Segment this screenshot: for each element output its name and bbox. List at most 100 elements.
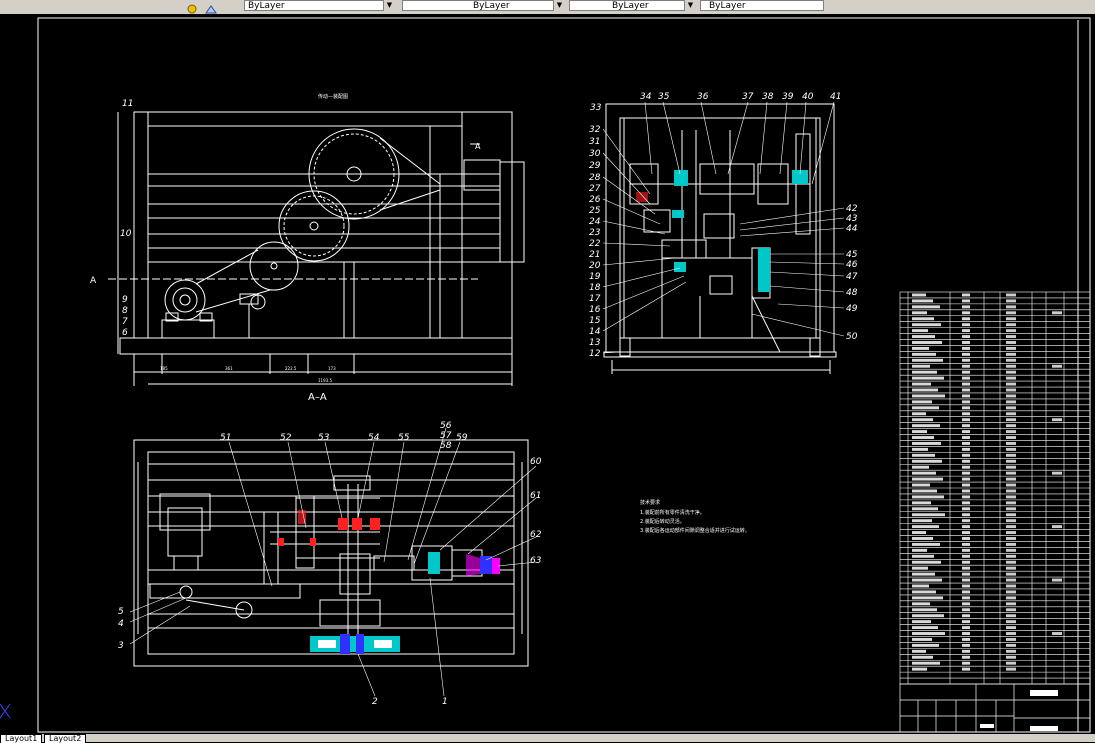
- svg-text:15: 15: [589, 316, 601, 326]
- dim-overall: 1193.5: [318, 378, 332, 383]
- svg-text:24: 24: [589, 217, 601, 227]
- side-view-right-callouts: 42 43 44 45 46 47 48 49 50: [846, 204, 858, 342]
- svg-text:12: 12: [589, 349, 601, 359]
- svg-text:37: 37: [742, 92, 754, 102]
- dim-185: 185: [160, 366, 168, 371]
- svg-text:62: 62: [530, 530, 542, 540]
- svg-text:10: 10: [120, 229, 132, 239]
- svg-text:54: 54: [368, 433, 380, 443]
- svg-text:27: 27: [589, 184, 601, 194]
- parts-list-table: [899, 291, 1091, 685]
- linetype-combo-value: ByLayer: [473, 1, 510, 11]
- svg-text:59: 59: [456, 433, 468, 443]
- title-block: [899, 683, 1091, 733]
- svg-text:56: 56: [440, 421, 452, 431]
- svg-text:47: 47: [846, 272, 858, 282]
- svg-text:30: 30: [589, 149, 601, 159]
- svg-text:57: 57: [440, 431, 452, 441]
- plotstyle-combo[interactable]: ByLayer: [700, 0, 824, 11]
- svg-text:21: 21: [589, 250, 600, 260]
- svg-text:50: 50: [846, 332, 858, 342]
- svg-text:23: 23: [589, 228, 601, 238]
- tech-req-title: 技术要求: [640, 499, 660, 506]
- svg-text:29: 29: [589, 161, 601, 171]
- svg-text:38: 38: [762, 92, 774, 102]
- svg-text:36: 36: [697, 92, 709, 102]
- svg-text:18: 18: [589, 283, 601, 293]
- svg-text:40: 40: [802, 92, 814, 102]
- svg-text:43: 43: [846, 214, 858, 224]
- color-combo-dropdown-icon[interactable]: ▼: [383, 0, 395, 11]
- tech-req-line-1: 1.装配前所有零件清洗干净。: [640, 509, 705, 516]
- svg-text:55: 55: [398, 433, 410, 443]
- svg-text:2: 2: [372, 697, 378, 707]
- svg-text:13: 13: [589, 338, 601, 348]
- dim-173: 173: [328, 366, 336, 371]
- ucs-icon: [0, 703, 11, 719]
- svg-text:45: 45: [846, 250, 858, 260]
- section-label: A–A: [308, 392, 327, 403]
- svg-text:34: 34: [640, 92, 652, 102]
- svg-text:28: 28: [589, 173, 601, 183]
- color-combo[interactable]: ByLayer: [244, 0, 394, 11]
- svg-text:46: 46: [846, 260, 858, 270]
- lineweight-combo-value: ByLayer: [612, 1, 649, 11]
- svg-text:33: 33: [590, 103, 602, 113]
- section-marker-right: A: [475, 142, 481, 151]
- svg-text:31: 31: [589, 137, 600, 147]
- svg-text:61: 61: [530, 491, 541, 501]
- side-view-leader-lines: [602, 101, 845, 354]
- svg-text:63: 63: [530, 556, 542, 566]
- svg-text:51: 51: [220, 433, 231, 443]
- side-view-top-callouts: 33 34 35 36 37 38 39 40 41: [590, 92, 841, 113]
- svg-text:39: 39: [782, 92, 794, 102]
- svg-text:42: 42: [846, 204, 858, 214]
- layout-tabs-bar: Layout1 Layout2: [0, 734, 1095, 743]
- lineweight-combo-dropdown-icon[interactable]: ▼: [684, 0, 696, 11]
- svg-text:1: 1: [442, 697, 448, 707]
- svg-text:17: 17: [589, 294, 601, 304]
- svg-text:4: 4: [118, 619, 124, 629]
- front-view: [108, 111, 525, 386]
- svg-text:53: 53: [318, 433, 330, 443]
- svg-text:35: 35: [658, 92, 670, 102]
- side-view: [603, 103, 837, 374]
- svg-text:9: 9: [122, 295, 128, 305]
- svg-text:7: 7: [122, 317, 128, 327]
- svg-text:22: 22: [589, 239, 601, 249]
- svg-text:44: 44: [846, 224, 858, 234]
- svg-text:32: 32: [589, 125, 601, 135]
- svg-text:58: 58: [440, 441, 452, 451]
- dim-361: 361: [225, 366, 233, 371]
- svg-text:49: 49: [846, 304, 858, 314]
- svg-text:6: 6: [122, 328, 128, 338]
- svg-text:48: 48: [846, 288, 858, 298]
- layer-previous-icon[interactable]: [204, 0, 217, 14]
- side-view-left-callouts: 32 31 30 29 28 27 26 25 24 23 22 21 20 1…: [589, 125, 601, 359]
- lineweight-combo[interactable]: ByLayer: [569, 0, 695, 11]
- cad-drawing: 传动—装配图 A–A A A 185 361 222.5 173 1193.5 …: [0, 17, 1091, 733]
- drawing-canvas[interactable]: 传动—装配图 A–A A A 185 361 222.5 173 1193.5 …: [0, 14, 1095, 734]
- color-combo-value: ByLayer: [248, 1, 285, 11]
- svg-text:20: 20: [589, 261, 601, 271]
- plotstyle-combo-value: ByLayer: [709, 1, 746, 11]
- front-view-title: 传动—装配图: [318, 93, 348, 100]
- front-view-callouts: 11 10 9 8 7 6: [120, 99, 133, 338]
- svg-text:41: 41: [830, 92, 841, 102]
- tech-req-line-3: 3.装配后各运动部件间隙调整合适并进行试运转。: [640, 527, 750, 534]
- svg-text:19: 19: [589, 272, 601, 282]
- svg-text:16: 16: [589, 305, 601, 315]
- svg-text:52: 52: [280, 433, 292, 443]
- layer-freeze-icon[interactable]: [186, 0, 198, 14]
- linetype-combo[interactable]: ByLayer: [402, 0, 564, 11]
- svg-text:60: 60: [530, 457, 542, 467]
- tech-req-line-2: 2.装配后转动灵活。: [640, 518, 685, 525]
- svg-text:26: 26: [589, 195, 601, 205]
- svg-text:3: 3: [118, 641, 124, 651]
- svg-text:14: 14: [589, 327, 601, 337]
- svg-text:25: 25: [589, 206, 601, 216]
- linetype-combo-dropdown-icon[interactable]: ▼: [553, 0, 565, 11]
- dim-222: 222.5: [285, 366, 297, 371]
- svg-text:11: 11: [122, 99, 133, 109]
- svg-text:8: 8: [122, 306, 128, 316]
